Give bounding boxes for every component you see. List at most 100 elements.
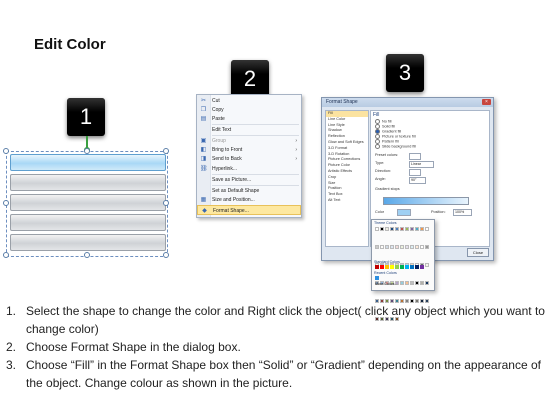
theme-color-swatch[interactable] [415,227,419,231]
instruction-item: 2. Choose Format Shape in the dialog box… [6,338,554,356]
resize-handle[interactable] [84,252,90,258]
theme-color-swatch[interactable] [400,227,404,231]
standard-color-swatch[interactable] [405,265,409,269]
resize-handle[interactable] [163,252,169,258]
menu-item-format-shape[interactable]: ◆ Format Shape... [197,205,301,215]
preset-colors-label: Preset colors: [375,153,399,157]
color-palette-popup: Theme Colors Standard Colors Recent Colo… [371,219,435,321]
send-back-icon: ◨ [200,156,207,162]
theme-color-swatch[interactable] [410,227,414,231]
resize-handle[interactable] [3,148,9,154]
cut-icon: ✂ [200,98,207,104]
type-label: Type: [375,161,385,165]
bring-front-icon: ◧ [200,147,207,153]
resize-handle[interactable] [84,148,90,154]
step-1-badge: 1 [67,98,105,136]
resize-handle[interactable] [3,252,9,258]
menu-item-hyperlink[interactable]: ⛓ Hyperlink... [197,164,301,174]
recent-color-swatch[interactable] [375,276,379,280]
menu-item-label: Paste [212,116,225,122]
shape-bar[interactable] [10,174,166,191]
gradient-stops-bar[interactable] [383,197,469,205]
menu-item-send-to-back[interactable]: ◨ Send to Back › [197,154,301,164]
recent-colors-label: Recent Colors [374,271,397,275]
step-number: 1 [79,104,93,129]
color-picker-button[interactable] [397,209,411,216]
theme-color-swatch[interactable] [415,245,419,249]
more-colors-option[interactable]: More Colors... [375,282,398,286]
selected-shape-bar[interactable] [10,154,166,171]
standard-color-swatch[interactable] [375,265,379,269]
format-shape-icon: ◆ [202,208,207,214]
standard-colors-label: Standard Colors [374,260,400,264]
position-input[interactable]: 100% [453,209,472,216]
category-alt-text[interactable]: Alt Text [326,198,368,204]
chevron-right-icon: › [295,156,297,162]
menu-item-size-and-position[interactable]: ▦ Size and Position... [197,195,301,205]
theme-color-swatch[interactable] [390,245,394,249]
menu-item-edit-text[interactable]: Edit Text [197,125,301,135]
standard-color-swatch[interactable] [390,265,394,269]
standard-color-swatch[interactable] [415,265,419,269]
theme-color-swatch[interactable] [425,227,429,231]
menu-item-label: Save as Picture... [212,177,252,183]
option-slide-background-fill[interactable]: Slide background fill [375,144,416,150]
preset-colors-dropdown[interactable] [409,153,421,160]
theme-color-swatch[interactable] [380,227,384,231]
option-label: Solid fill [382,124,396,129]
shape-bar[interactable] [10,234,166,251]
instruction-number: 3. [6,358,17,372]
instruction-text: Choose Format Shape in the dialog box. [26,340,241,354]
angle-input[interactable]: 90° [409,177,426,184]
close-button[interactable]: Close [467,248,489,257]
standard-color-swatch[interactable] [420,265,424,269]
theme-color-swatch[interactable] [375,245,379,249]
close-icon[interactable]: × [482,99,491,105]
theme-color-swatch[interactable] [420,245,424,249]
instruction-item: 3. Choose “Fill” in the Format Shape box… [6,356,554,392]
theme-color-swatch[interactable] [405,227,409,231]
resize-handle[interactable] [163,148,169,154]
theme-color-swatch[interactable] [395,227,399,231]
direction-dropdown[interactable] [409,169,421,176]
type-dropdown[interactable]: Linear [409,161,434,168]
menu-item-label: Edit Text [212,127,232,133]
theme-color-swatch[interactable] [380,245,384,249]
theme-color-swatch[interactable] [410,245,414,249]
position-value: 100% [455,210,465,214]
category-glow[interactable]: Glow and Soft Edges [326,140,368,146]
option-label: No fill [382,119,392,124]
standard-color-swatch[interactable] [400,265,404,269]
resize-handle[interactable] [3,200,9,206]
standard-color-swatch[interactable] [380,265,384,269]
step-3-badge: 3 [386,54,424,92]
position-label: Position: [431,210,446,214]
theme-color-swatch[interactable] [375,227,379,231]
color-label: Color [375,210,385,214]
theme-color-swatch[interactable] [425,245,429,249]
menu-item-save-as-picture[interactable]: Save as Picture... [197,175,301,185]
menu-item-label: Send to Back [212,156,242,162]
theme-color-swatch[interactable] [420,227,424,231]
theme-color-swatch[interactable] [385,227,389,231]
step-number: 3 [398,60,412,85]
copy-icon: ❐ [200,107,207,113]
standard-color-swatch[interactable] [385,265,389,269]
standard-color-swatch[interactable] [395,265,399,269]
theme-colors-label: Theme Colors [374,221,397,225]
resize-handle[interactable] [163,200,169,206]
theme-color-swatch[interactable] [395,245,399,249]
standard-color-swatch[interactable] [410,265,414,269]
option-label: Pattern fill [382,139,399,144]
angle-label: Angle: [375,177,386,181]
menu-item-paste[interactable]: ▤ Paste [197,114,301,124]
shape-bar[interactable] [10,194,166,211]
shape-bar[interactable] [10,214,166,231]
theme-color-swatch[interactable] [385,245,389,249]
theme-color-swatch[interactable] [405,245,409,249]
theme-color-swatch[interactable] [400,245,404,249]
shape-stack [3,148,169,258]
section-heading: Fill [373,112,380,118]
theme-color-swatch[interactable] [390,227,394,231]
option-label: Gradient fill [382,129,402,134]
